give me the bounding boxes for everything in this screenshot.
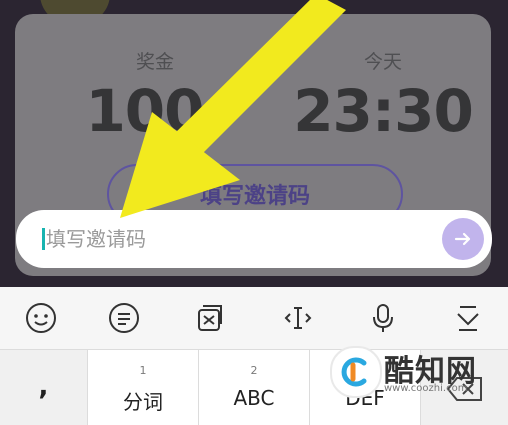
- prize-label: 奖金: [135, 51, 174, 73]
- microphone-icon[interactable]: [362, 297, 404, 339]
- cursor-move-icon[interactable]: [277, 297, 319, 339]
- invite-code-input-bar: [16, 210, 492, 268]
- submit-button[interactable]: [442, 218, 484, 260]
- prize-stat: 奖金 100 万: [75, 47, 235, 156]
- emoji-face-icon[interactable]: [20, 297, 62, 339]
- hide-keyboard-icon[interactable]: [447, 297, 489, 339]
- watermark-logo-icon: [330, 346, 382, 398]
- prize-unit: 万: [205, 114, 225, 136]
- key-2-label: ABC: [233, 386, 275, 410]
- key-comma-label: ,: [38, 372, 49, 402]
- today-label: 今天: [363, 51, 402, 73]
- key-1[interactable]: 1 分词: [88, 349, 199, 425]
- key-2-number: 2: [250, 364, 258, 377]
- prize-amount: 100: [85, 77, 204, 145]
- key-comma[interactable]: ,: [0, 349, 88, 425]
- prize-value: 100 万: [75, 80, 235, 156]
- clipboard-icon[interactable]: [188, 297, 230, 339]
- today-time: 23:30: [293, 77, 474, 145]
- text-caret: [42, 228, 45, 250]
- chat-bubble-icon[interactable]: [103, 297, 145, 339]
- arrow-right-icon: [454, 232, 471, 246]
- today-stat: 今天 23:30: [293, 47, 474, 145]
- invite-code-input[interactable]: [46, 220, 426, 258]
- key-1-label: 分词: [123, 390, 163, 414]
- watermark: 酷知网 www.coozhi.com: [330, 340, 490, 410]
- key-1-number: 1: [139, 364, 147, 377]
- watermark-url: www.coozhi.com: [384, 383, 468, 394]
- key-2[interactable]: 2 ABC: [199, 349, 310, 425]
